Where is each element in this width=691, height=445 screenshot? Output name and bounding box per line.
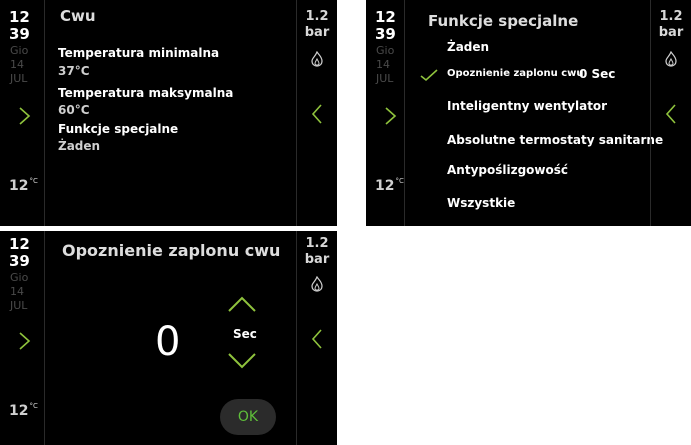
page-title: Funkcje specjalne	[428, 12, 579, 30]
clock: 12 39	[375, 9, 396, 43]
clock-hour: 12	[375, 8, 396, 26]
panel-cwu: 12 39 Gio 14 JUL 12°C Cwu Temperatura mi…	[0, 0, 337, 226]
status-column: 12 39 Gio 14 JUL 12°C	[0, 231, 44, 445]
setting-label-max-temp[interactable]: Temperatura maksymalna	[58, 86, 233, 100]
status-column: 12 39 Gio 14 JUL 12°C	[0, 0, 44, 226]
clock-minute: 39	[9, 25, 30, 43]
date: Gio 14 JUL	[10, 271, 28, 313]
option-none[interactable]: Żaden	[447, 40, 489, 54]
outdoor-temperature: 12°C	[9, 402, 38, 419]
temp-unit: °C	[29, 402, 38, 410]
divider	[404, 0, 405, 226]
pressure: 1.2 bar	[299, 9, 335, 41]
setting-value-max-temp: 60°C	[58, 103, 90, 117]
date-day: Gio	[10, 271, 29, 284]
pressure-value: 1.2	[305, 236, 329, 251]
chevron-right-icon[interactable]	[14, 106, 34, 126]
outdoor-temperature: 12°C	[375, 177, 404, 194]
back-chevron-icon[interactable]	[663, 103, 679, 125]
pressure-unit: bar	[658, 25, 684, 40]
outdoor-temperature: 12°C	[9, 177, 38, 194]
date-month: JUL	[10, 72, 28, 85]
temp-unit: °C	[395, 177, 404, 185]
option-all[interactable]: Wszystkie	[447, 196, 515, 210]
clock: 12 39	[9, 9, 30, 43]
status-right-column: 1.2 bar	[297, 0, 337, 226]
option-ignition-delay[interactable]: Opoznienie zaplonu cwu	[447, 68, 584, 79]
clock-hour: 12	[9, 235, 30, 253]
outdoor-temp-value: 12	[375, 178, 395, 194]
date: Gio 14 JUL	[10, 44, 28, 86]
option-anti-slip[interactable]: Antypoślizgowość	[447, 163, 568, 177]
delay-value: 0	[155, 319, 181, 365]
date-number: 14	[10, 58, 24, 71]
chevron-right-icon[interactable]	[14, 331, 34, 351]
clock-minute: 39	[375, 25, 396, 43]
clock-minute: 39	[9, 252, 30, 270]
date-day: Gio	[10, 44, 29, 57]
option-ignition-delay-value: 0 Sec	[579, 67, 616, 81]
panel-special-functions: 12 39 Gio 14 JUL 12°C Funkcje specjalne …	[366, 0, 691, 226]
option-absolute-thermostats[interactable]: Absolutne termostaty sanitarne	[447, 133, 663, 147]
date-number: 14	[376, 58, 390, 71]
option-smart-fan[interactable]: Inteligentny wentylator	[447, 99, 607, 113]
pressure-value: 1.2	[305, 9, 329, 24]
page-title: Cwu	[60, 7, 96, 25]
date-month: JUL	[10, 299, 28, 312]
date-day: Gio	[376, 44, 395, 57]
date-month: JUL	[376, 72, 394, 85]
pressure-unit: bar	[304, 252, 330, 267]
ok-button[interactable]: OK	[220, 399, 276, 435]
setting-value-special-functions: Żaden	[58, 139, 101, 153]
date: Gio 14 JUL	[376, 44, 394, 86]
flame-icon	[311, 51, 323, 67]
pressure-unit: bar	[304, 25, 330, 40]
chevron-down-icon[interactable]	[226, 350, 258, 372]
setting-value-min-temp: 37°C	[58, 64, 90, 78]
temp-unit: °C	[29, 177, 38, 185]
outdoor-temp-value: 12	[9, 403, 29, 419]
pressure-value: 1.2	[659, 9, 683, 24]
back-chevron-icon[interactable]	[309, 328, 325, 350]
chevron-up-icon[interactable]	[226, 293, 258, 315]
panel-ignition-delay: 12 39 Gio 14 JUL 12°C Opoznienie zaplonu…	[0, 231, 337, 445]
setting-label-min-temp[interactable]: Temperatura minimalna	[58, 46, 219, 60]
flame-icon	[311, 276, 323, 292]
clock: 12 39	[9, 236, 30, 270]
divider	[44, 231, 45, 445]
page-title: Opoznienie zaplonu cwu	[62, 241, 281, 260]
pressure: 1.2 bar	[299, 236, 335, 268]
status-right-column: 1.2 bar	[651, 0, 691, 226]
outdoor-temp-value: 12	[9, 178, 29, 194]
date-number: 14	[10, 285, 24, 298]
back-chevron-icon[interactable]	[309, 103, 325, 125]
checkmark-icon	[420, 69, 438, 82]
setting-label-special-functions[interactable]: Funkcje specjalne	[58, 122, 178, 136]
status-right-column: 1.2 bar	[297, 231, 337, 445]
clock-hour: 12	[9, 8, 30, 26]
delay-unit: Sec	[233, 327, 257, 341]
chevron-right-icon[interactable]	[380, 106, 400, 126]
flame-icon	[665, 51, 677, 67]
divider	[44, 0, 45, 226]
pressure: 1.2 bar	[653, 9, 689, 41]
